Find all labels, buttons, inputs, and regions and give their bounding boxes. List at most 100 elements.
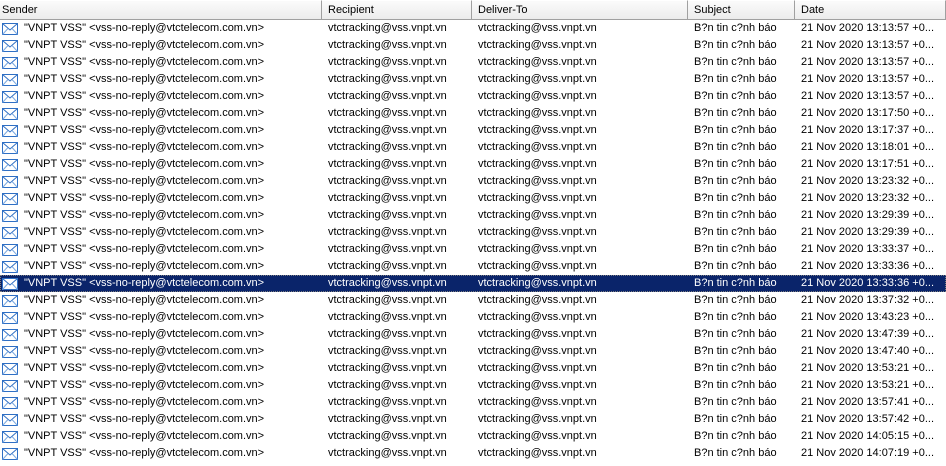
table-row[interactable]: "VNPT VSS" <vss-no-reply@vtctelecom.com.…: [0, 71, 946, 88]
sender-text: "VNPT VSS" <vss-no-reply@vtctelecom.com.…: [24, 430, 265, 442]
cell-recipient: vtctracking@vss.vnpt.vn: [328, 277, 447, 289]
cell-recipient: vtctracking@vss.vnpt.vn: [328, 175, 447, 187]
table-row[interactable]: "VNPT VSS" <vss-no-reply@vtctelecom.com.…: [0, 37, 946, 54]
table-row[interactable]: "VNPT VSS" <vss-no-reply@vtctelecom.com.…: [0, 326, 946, 343]
sender-text: "VNPT VSS" <vss-no-reply@vtctelecom.com.…: [24, 141, 265, 153]
mail-envelope-icon: [2, 345, 18, 358]
cell-subject: B?n tin c?nh báo: [694, 430, 777, 442]
cell-sender: "VNPT VSS" <vss-no-reply@vtctelecom.com.…: [0, 105, 322, 122]
table-row[interactable]: "VNPT VSS" <vss-no-reply@vtctelecom.com.…: [0, 173, 946, 190]
cell-deliver-to: vtctracking@vss.vnpt.vn: [478, 294, 597, 306]
cell-sender: "VNPT VSS" <vss-no-reply@vtctelecom.com.…: [0, 445, 322, 462]
table-row[interactable]: "VNPT VSS" <vss-no-reply@vtctelecom.com.…: [0, 309, 946, 326]
cell-recipient: vtctracking@vss.vnpt.vn: [328, 294, 447, 306]
sender-text: "VNPT VSS" <vss-no-reply@vtctelecom.com.…: [24, 22, 265, 34]
message-list[interactable]: Sender Recipient Deliver-To Subject Date…: [0, 0, 946, 466]
cell-recipient: vtctracking@vss.vnpt.vn: [328, 39, 447, 51]
mail-envelope-icon: [2, 73, 18, 86]
sender-text: "VNPT VSS" <vss-no-reply@vtctelecom.com.…: [24, 345, 265, 357]
table-row[interactable]: "VNPT VSS" <vss-no-reply@vtctelecom.com.…: [0, 207, 946, 224]
cell-deliver-to: vtctracking@vss.vnpt.vn: [478, 447, 597, 459]
cell-sender: "VNPT VSS" <vss-no-reply@vtctelecom.com.…: [0, 207, 322, 224]
table-row[interactable]: "VNPT VSS" <vss-no-reply@vtctelecom.com.…: [0, 394, 946, 411]
cell-deliver-to: vtctracking@vss.vnpt.vn: [478, 192, 597, 204]
cell-sender: "VNPT VSS" <vss-no-reply@vtctelecom.com.…: [0, 326, 322, 343]
table-row[interactable]: "VNPT VSS" <vss-no-reply@vtctelecom.com.…: [0, 411, 946, 428]
table-row[interactable]: "VNPT VSS" <vss-no-reply@vtctelecom.com.…: [0, 377, 946, 394]
cell-subject: B?n tin c?nh báo: [694, 90, 777, 102]
table-row[interactable]: "VNPT VSS" <vss-no-reply@vtctelecom.com.…: [0, 122, 946, 139]
sender-text: "VNPT VSS" <vss-no-reply@vtctelecom.com.…: [24, 243, 265, 255]
cell-deliver-to: vtctracking@vss.vnpt.vn: [478, 311, 597, 323]
table-row[interactable]: "VNPT VSS" <vss-no-reply@vtctelecom.com.…: [0, 343, 946, 360]
cell-sender: "VNPT VSS" <vss-no-reply@vtctelecom.com.…: [0, 20, 322, 37]
table-row[interactable]: "VNPT VSS" <vss-no-reply@vtctelecom.com.…: [0, 445, 946, 462]
cell-sender: "VNPT VSS" <vss-no-reply@vtctelecom.com.…: [0, 411, 322, 428]
cell-sender: "VNPT VSS" <vss-no-reply@vtctelecom.com.…: [0, 241, 322, 258]
table-row[interactable]: "VNPT VSS" <vss-no-reply@vtctelecom.com.…: [0, 156, 946, 173]
cell-date: 21 Nov 2020 13:23:32 +0...: [801, 192, 935, 204]
cell-sender: "VNPT VSS" <vss-no-reply@vtctelecom.com.…: [0, 190, 322, 207]
table-row[interactable]: "VNPT VSS" <vss-no-reply@vtctelecom.com.…: [0, 139, 946, 156]
cell-date: 21 Nov 2020 13:53:21 +0...: [801, 362, 935, 374]
cell-recipient: vtctracking@vss.vnpt.vn: [328, 73, 447, 85]
mail-envelope-icon: [2, 175, 18, 188]
cell-deliver-to: vtctracking@vss.vnpt.vn: [478, 413, 597, 425]
table-row[interactable]: "VNPT VSS" <vss-no-reply@vtctelecom.com.…: [0, 105, 946, 122]
table-row[interactable]: "VNPT VSS" <vss-no-reply@vtctelecom.com.…: [0, 54, 946, 71]
sender-text: "VNPT VSS" <vss-no-reply@vtctelecom.com.…: [24, 260, 265, 272]
sender-text: "VNPT VSS" <vss-no-reply@vtctelecom.com.…: [24, 39, 265, 51]
column-header-deliver-to[interactable]: Deliver-To: [472, 0, 688, 19]
cell-recipient: vtctracking@vss.vnpt.vn: [328, 430, 447, 442]
sender-text: "VNPT VSS" <vss-no-reply@vtctelecom.com.…: [24, 90, 265, 102]
table-row[interactable]: "VNPT VSS" <vss-no-reply@vtctelecom.com.…: [0, 292, 946, 309]
column-header-date[interactable]: Date: [795, 0, 946, 19]
cell-date: 21 Nov 2020 13:47:39 +0...: [801, 328, 935, 340]
cell-subject: B?n tin c?nh báo: [694, 209, 777, 221]
cell-deliver-to: vtctracking@vss.vnpt.vn: [478, 379, 597, 391]
sender-text: "VNPT VSS" <vss-no-reply@vtctelecom.com.…: [24, 124, 265, 136]
table-row[interactable]: "VNPT VSS" <vss-no-reply@vtctelecom.com.…: [0, 428, 946, 445]
mail-envelope-icon: [2, 209, 18, 222]
table-row[interactable]: "VNPT VSS" <vss-no-reply@vtctelecom.com.…: [0, 275, 946, 292]
column-header-sender[interactable]: Sender: [0, 0, 322, 19]
table-row[interactable]: "VNPT VSS" <vss-no-reply@vtctelecom.com.…: [0, 258, 946, 275]
cell-deliver-to: vtctracking@vss.vnpt.vn: [478, 277, 597, 289]
cell-sender: "VNPT VSS" <vss-no-reply@vtctelecom.com.…: [0, 156, 322, 173]
cell-subject: B?n tin c?nh báo: [694, 124, 777, 136]
mail-envelope-icon: [2, 226, 18, 239]
cell-deliver-to: vtctracking@vss.vnpt.vn: [478, 345, 597, 357]
cell-recipient: vtctracking@vss.vnpt.vn: [328, 345, 447, 357]
cell-date: 21 Nov 2020 13:13:57 +0...: [801, 22, 935, 34]
cell-recipient: vtctracking@vss.vnpt.vn: [328, 260, 447, 272]
cell-sender: "VNPT VSS" <vss-no-reply@vtctelecom.com.…: [0, 292, 322, 309]
cell-subject: B?n tin c?nh báo: [694, 413, 777, 425]
table-row[interactable]: "VNPT VSS" <vss-no-reply@vtctelecom.com.…: [0, 224, 946, 241]
cell-deliver-to: vtctracking@vss.vnpt.vn: [478, 141, 597, 153]
cell-subject: B?n tin c?nh báo: [694, 447, 777, 459]
mail-envelope-icon: [2, 430, 18, 443]
table-row[interactable]: "VNPT VSS" <vss-no-reply@vtctelecom.com.…: [0, 88, 946, 105]
column-header-recipient[interactable]: Recipient: [322, 0, 472, 19]
table-row[interactable]: "VNPT VSS" <vss-no-reply@vtctelecom.com.…: [0, 20, 946, 37]
cell-sender: "VNPT VSS" <vss-no-reply@vtctelecom.com.…: [0, 309, 322, 326]
cell-sender: "VNPT VSS" <vss-no-reply@vtctelecom.com.…: [0, 224, 322, 241]
cell-subject: B?n tin c?nh báo: [694, 158, 777, 170]
table-row[interactable]: "VNPT VSS" <vss-no-reply@vtctelecom.com.…: [0, 241, 946, 258]
cell-sender: "VNPT VSS" <vss-no-reply@vtctelecom.com.…: [0, 428, 322, 445]
table-row[interactable]: "VNPT VSS" <vss-no-reply@vtctelecom.com.…: [0, 360, 946, 377]
cell-subject: B?n tin c?nh báo: [694, 226, 777, 238]
mail-envelope-icon: [2, 328, 18, 341]
sender-text: "VNPT VSS" <vss-no-reply@vtctelecom.com.…: [24, 175, 265, 187]
sender-text: "VNPT VSS" <vss-no-reply@vtctelecom.com.…: [24, 447, 265, 459]
cell-deliver-to: vtctracking@vss.vnpt.vn: [478, 73, 597, 85]
cell-date: 21 Nov 2020 13:17:37 +0...: [801, 124, 935, 136]
table-row[interactable]: "VNPT VSS" <vss-no-reply@vtctelecom.com.…: [0, 190, 946, 207]
cell-date: 21 Nov 2020 13:33:37 +0...: [801, 243, 935, 255]
cell-subject: B?n tin c?nh báo: [694, 73, 777, 85]
column-header-subject[interactable]: Subject: [688, 0, 795, 19]
cell-date: 21 Nov 2020 14:05:15 +0...: [801, 430, 935, 442]
mail-envelope-icon: [2, 39, 18, 52]
cell-deliver-to: vtctracking@vss.vnpt.vn: [478, 328, 597, 340]
cell-recipient: vtctracking@vss.vnpt.vn: [328, 56, 447, 68]
